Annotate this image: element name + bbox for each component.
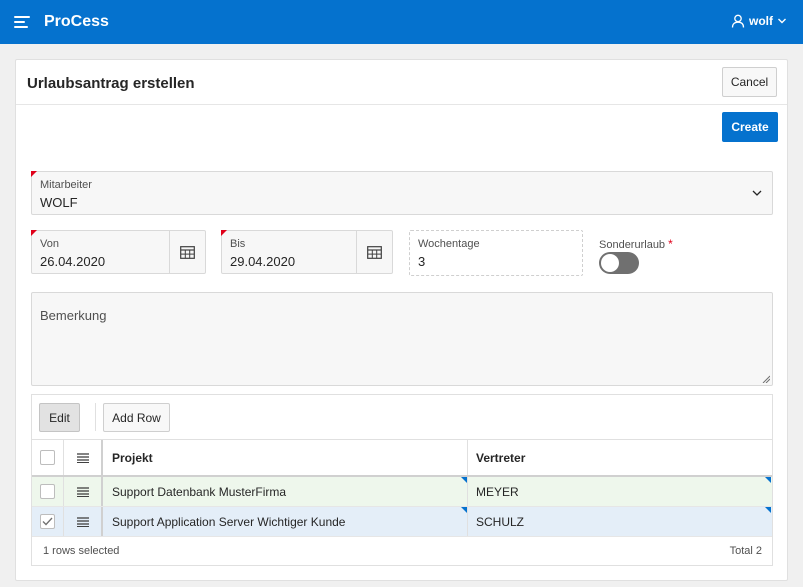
cell-projekt[interactable]: Support Datenbank MusterFirma <box>112 477 286 506</box>
required-indicator <box>31 230 37 236</box>
create-button[interactable]: Create <box>722 112 778 142</box>
column-header-projekt[interactable]: Projekt <box>112 440 153 475</box>
column-header-vertreter[interactable]: Vertreter <box>476 440 525 475</box>
add-row-button[interactable]: Add Row <box>103 403 170 432</box>
sonderurlaub-toggle[interactable] <box>599 252 639 274</box>
column-divider <box>467 440 468 475</box>
column-divider <box>63 477 64 506</box>
cell-projekt[interactable]: Support Application Server Wichtiger Kun… <box>112 507 345 536</box>
changed-cell-indicator <box>765 477 771 483</box>
row-total: Total 2 <box>729 545 762 557</box>
user-name: wolf <box>749 14 773 28</box>
von-value[interactable]: 26.04.2020 <box>40 254 105 269</box>
selection-status: 1 rows selected <box>43 545 120 557</box>
chevron-down-icon <box>752 190 762 196</box>
von-calendar-button[interactable] <box>169 231 205 273</box>
calendar-icon <box>367 245 382 259</box>
top-navigation-bar: ProCess wolf <box>0 0 803 44</box>
wochentage-label: Wochentage <box>418 238 480 250</box>
calendar-icon <box>180 245 195 259</box>
wochentage-display: Wochentage 3 <box>409 230 583 276</box>
wochentage-value: 3 <box>418 254 426 269</box>
bemerkung-textarea[interactable]: Bemerkung <box>31 292 773 386</box>
row-actions-icon[interactable] <box>77 507 91 536</box>
bis-calendar-button[interactable] <box>356 231 392 273</box>
cancel-button[interactable]: Cancel <box>722 67 777 97</box>
column-divider <box>101 507 103 536</box>
check-icon <box>42 517 53 526</box>
column-divider <box>63 507 64 536</box>
resize-handle-icon[interactable] <box>762 375 770 383</box>
select-all-cell <box>40 440 56 475</box>
edit-button[interactable]: Edit <box>39 403 80 432</box>
required-indicator <box>221 230 227 236</box>
column-divider <box>467 477 468 506</box>
grid-header-row: Projekt Vertreter <box>32 439 772 477</box>
row-select-cell <box>40 477 56 506</box>
mitarbeiter-label: Mitarbeiter <box>40 179 92 191</box>
toolbar-divider <box>95 403 96 431</box>
region-header: Urlaubsantrag erstellen Cancel <box>16 60 787 105</box>
toggle-knob <box>601 254 619 272</box>
grid-toolbar: Edit Add Row <box>32 395 772 439</box>
row-actions-icon[interactable] <box>77 477 91 506</box>
grid-footer: 1 rows selected Total 2 <box>32 535 772 565</box>
region-title: Urlaubsantrag erstellen <box>27 75 195 92</box>
table-row[interactable]: Support Application Server Wichtiger Kun… <box>32 507 772 537</box>
von-date-field[interactable]: Von 26.04.2020 <box>31 230 206 274</box>
mitarbeiter-value: WOLF <box>40 195 78 210</box>
row-select-checkbox[interactable] <box>40 514 55 529</box>
bemerkung-label: Bemerkung <box>40 308 107 323</box>
von-label: Von <box>40 238 59 250</box>
cell-vertreter[interactable]: MEYER <box>476 477 519 506</box>
user-icon <box>731 14 745 28</box>
app-title[interactable]: ProCess <box>44 13 109 31</box>
column-divider <box>101 477 103 506</box>
select-all-checkbox[interactable] <box>40 450 55 465</box>
sonderurlaub-label: Sonderurlaub * <box>599 237 673 251</box>
dialog-region: Urlaubsantrag erstellen Cancel Create Mi… <box>15 59 788 581</box>
bis-label: Bis <box>230 238 246 250</box>
row-select-checkbox[interactable] <box>40 484 55 499</box>
changed-cell-indicator <box>765 507 771 513</box>
column-divider <box>63 440 64 475</box>
column-divider <box>467 507 468 536</box>
sonderurlaub-label-text: Sonderurlaub <box>599 239 666 251</box>
required-indicator <box>31 171 37 177</box>
row-select-cell <box>40 507 56 536</box>
mitarbeiter-select[interactable]: Mitarbeiter WOLF <box>31 171 773 215</box>
table-row[interactable]: Support Datenbank MusterFirma MEYER <box>32 477 772 507</box>
user-menu[interactable]: wolf <box>731 14 787 28</box>
bis-value[interactable]: 29.04.2020 <box>230 254 295 269</box>
hamburger-icon[interactable] <box>14 16 30 28</box>
required-asterisk: * <box>668 237 673 251</box>
column-divider <box>101 440 103 475</box>
row-actions-icon <box>77 440 91 475</box>
cell-vertreter[interactable]: SCHULZ <box>476 507 524 536</box>
vertreter-grid: Edit Add Row Projekt Vertreter Support D… <box>31 394 773 566</box>
chevron-down-icon <box>778 18 786 24</box>
bis-date-field[interactable]: Bis 29.04.2020 <box>221 230 393 274</box>
